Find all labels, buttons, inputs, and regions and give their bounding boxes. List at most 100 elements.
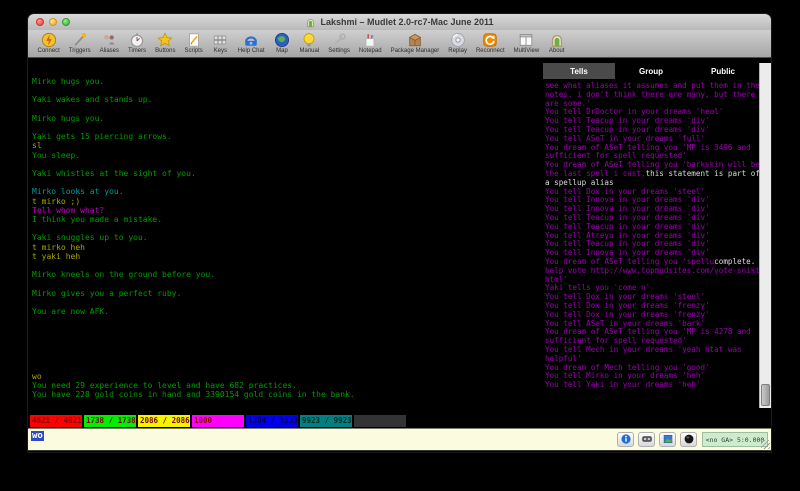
main-console[interactable]: Mirko hugs you. Yaki wakes and stands up… [28, 58, 543, 415]
toolbar-item-label: Notepad [359, 48, 382, 55]
toolbar-item-manual[interactable]: Manual [295, 30, 324, 57]
toolbar-item-timers[interactable]: Timers [124, 30, 151, 57]
console-line: t mirko ;) [32, 197, 543, 206]
gauge-2: 1738 / 1738 [84, 415, 136, 427]
console-line: Mirko hugs you. [32, 77, 543, 86]
sphere-icon [684, 431, 694, 449]
toolbar-item-label: Manual [300, 48, 320, 55]
console-line: Yaki whistles at the sight of you. [32, 169, 543, 178]
help-chat-icon [243, 32, 260, 48]
status-box: <no GA> 5:0.000 [613, 431, 768, 448]
tab-public[interactable]: Public [687, 63, 759, 79]
picture-button[interactable] [659, 432, 676, 447]
map-icon [274, 32, 291, 48]
info-icon [621, 431, 631, 449]
console-line: Yaki snuggles up to you. [32, 233, 543, 242]
resize-grip-icon[interactable] [761, 440, 770, 449]
multiview-icon [518, 32, 535, 48]
status-gauges: 4621 / 46211738 / 17382086 / 20861000130… [30, 415, 406, 427]
toolbar-item-help-chat[interactable]: Help Chat [233, 30, 269, 57]
toolbar-item-map[interactable]: Map [269, 30, 295, 57]
console-line: Mirko gives you a perfect ruby. [32, 289, 543, 298]
toolbar-item-notepad[interactable]: Notepad [354, 30, 386, 57]
console-line: t yaki heh [32, 252, 543, 261]
console-line [32, 298, 543, 307]
chat-line: help vote http://www.topmudsites.com/vot… [545, 267, 759, 276]
input-row: wo <no GA> 5:0.000 [28, 428, 771, 451]
toolbar-item-triggers[interactable]: Triggers [64, 30, 95, 57]
console-line [32, 261, 543, 270]
console-line: Mirko hugs you. [32, 114, 543, 123]
console-line [32, 325, 543, 334]
toolbar-item-label: Keys [214, 48, 227, 55]
console-line: You sleep. [32, 151, 543, 160]
toolbar-item-label: Reconnect [476, 48, 505, 55]
toolbar-item-label: Buttons [155, 48, 175, 55]
console-line: Tell whom what? [32, 206, 543, 215]
console-line [32, 86, 543, 95]
toolbar-item-scripts[interactable]: Scripts [180, 30, 207, 57]
tells-chat-log[interactable]: see what aliases it assumes and put them… [543, 79, 759, 408]
console-line [32, 335, 543, 344]
desktop-background: Lakshmi – Mudlet 2.0-rc7-Mac June 2011 C… [0, 0, 800, 491]
console-line: Yaki gets 15 piercing arrows. [32, 132, 543, 141]
about-icon [548, 32, 565, 48]
connect-icon [40, 32, 57, 48]
title-bar[interactable]: Lakshmi – Mudlet 2.0-rc7-Mac June 2011 [28, 14, 771, 31]
toolbar: Connect Triggers Aliases Timers Buttons Scrip… [28, 30, 771, 58]
keypad-button[interactable] [638, 432, 655, 447]
chat-tab-bar: TellsGroupPublic [543, 63, 759, 79]
console-line: wo [32, 372, 543, 381]
toolbar-item-label: Map [276, 48, 288, 55]
gauge-7 [354, 415, 406, 427]
toolbar-item-label: Help Chat [238, 48, 265, 55]
scripts-icon [185, 32, 202, 48]
toolbar-item-replay[interactable]: Replay [444, 30, 472, 57]
chat-scrollbar-thumb[interactable] [761, 384, 770, 406]
console-line [32, 224, 543, 233]
console-line [32, 353, 543, 362]
reconnect-icon [482, 32, 499, 48]
console-line: sl [32, 141, 543, 150]
toolbar-item-label: Aliases [100, 48, 119, 55]
toolbar-item-keys[interactable]: Keys [207, 30, 233, 57]
gauge-6: 9923 / 9923 [300, 415, 352, 427]
toolbar-item-connect[interactable]: Connect [33, 30, 64, 57]
console-line [32, 316, 543, 325]
toolbar-item-about[interactable]: About [544, 30, 570, 57]
toolbar-item-label: Settings [328, 48, 350, 55]
settings-icon [331, 32, 348, 48]
toolbar-item-reconnect[interactable]: Reconnect [471, 30, 509, 57]
keys-icon [212, 32, 229, 48]
mudlet-window: Lakshmi – Mudlet 2.0-rc7-Mac June 2011 C… [28, 14, 771, 452]
tab-group[interactable]: Group [615, 63, 687, 79]
sphere-button[interactable] [680, 432, 697, 447]
toolbar-item-multiview[interactable]: MultiView [509, 30, 544, 57]
manual-icon [301, 32, 318, 48]
toolbar-item-aliases[interactable]: Aliases [95, 30, 123, 57]
console-line [32, 105, 543, 114]
toolbar-item-label: Triggers [69, 48, 91, 55]
console-line: t mirko heh [32, 243, 543, 252]
toolbar-item-package-manager[interactable]: Package Manager [386, 30, 444, 57]
keypad-icon [642, 431, 652, 449]
timers-icon [129, 32, 146, 48]
chat-panel: TellsGroupPublic see what aliases it ass… [543, 63, 771, 408]
toolbar-item-label: Connect [38, 48, 60, 55]
command-input[interactable]: wo [31, 431, 44, 441]
console-line [32, 362, 543, 371]
toolbar-item-buttons[interactable]: Buttons [151, 30, 180, 57]
toolbar-item-settings[interactable]: Settings [324, 30, 355, 57]
replay-icon [449, 32, 466, 48]
tab-tells[interactable]: Tells [543, 63, 615, 79]
info-button[interactable] [617, 432, 634, 447]
notepad-icon [362, 32, 379, 48]
toolbar-item-label: Replay [448, 48, 467, 55]
triggers-icon [71, 32, 88, 48]
window-title: Lakshmi – Mudlet 2.0-rc7-Mac June 2011 [320, 17, 493, 27]
chat-scrollbar[interactable] [759, 63, 771, 408]
aliases-icon [101, 32, 118, 48]
gauge-3: 2086 / 2086 [138, 415, 190, 427]
toolbar-item-label: Package Manager [391, 48, 440, 55]
chat-line: You tell Yaki in your dreams 'heh' [545, 381, 759, 390]
